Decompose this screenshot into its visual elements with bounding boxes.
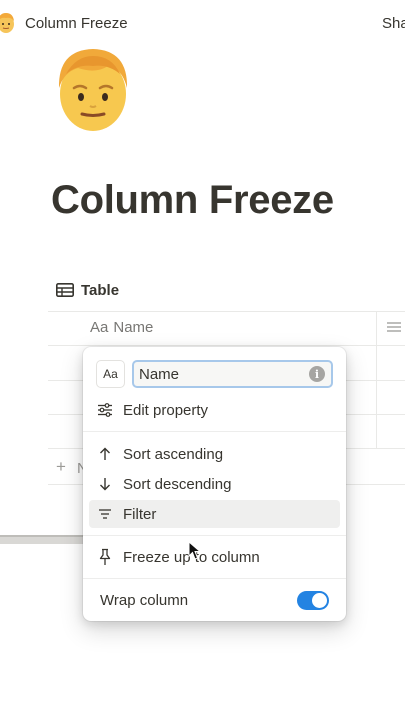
table-icon — [56, 283, 74, 297]
top-bar: Column Freeze Sha — [0, 0, 405, 46]
property-menu-popup: Aa i Edit property Sort ascending — [83, 347, 346, 621]
menu-divider — [83, 578, 346, 579]
info-icon[interactable]: i — [309, 366, 325, 382]
edit-property-item[interactable]: Edit property — [89, 396, 340, 424]
man-emoji-icon[interactable] — [56, 44, 130, 132]
mouse-cursor-icon — [188, 541, 202, 560]
table-header-border — [48, 345, 405, 346]
table-top-border — [48, 311, 405, 312]
sort-descending-item[interactable]: Sort descending — [89, 470, 340, 498]
pin-icon — [95, 547, 115, 567]
column-divider — [376, 311, 377, 449]
table-view-label: Table — [81, 281, 120, 299]
scrollbar[interactable] — [0, 535, 92, 544]
sort-ascending-item[interactable]: Sort ascending — [89, 440, 340, 468]
text-type-icon: Aa — [90, 319, 109, 336]
plus-icon[interactable]: + — [56, 457, 66, 477]
table-view-tab[interactable]: Table — [56, 280, 119, 300]
page-title[interactable]: Column Freeze — [51, 178, 334, 223]
property-name-input[interactable] — [132, 360, 333, 388]
wrap-column-toggle[interactable] — [297, 591, 329, 610]
breadcrumb-title[interactable]: Column Freeze — [25, 15, 128, 32]
arrow-down-icon — [95, 474, 115, 494]
man-emoji-icon — [0, 13, 14, 33]
property-type-button[interactable]: Aa — [96, 360, 125, 388]
filter-item[interactable]: Filter — [89, 500, 340, 528]
filter-icon — [95, 504, 115, 524]
toggle-knob — [312, 593, 327, 608]
sort-ascending-label: Sort ascending — [123, 445, 224, 463]
sliders-icon — [95, 400, 115, 420]
menu-divider — [83, 535, 346, 536]
column-header-label: Name — [113, 319, 154, 336]
column-header-name[interactable]: Aa Name — [90, 319, 153, 336]
edit-property-label: Edit property — [123, 401, 209, 419]
share-button[interactable]: Sha — [382, 15, 405, 32]
freeze-column-item[interactable]: Freeze up to column — [89, 543, 340, 571]
arrow-up-icon — [95, 444, 115, 464]
menu-divider — [83, 431, 346, 432]
filter-label: Filter — [123, 505, 157, 523]
list-icon[interactable] — [386, 320, 402, 334]
wrap-column-label[interactable]: Wrap column — [100, 592, 188, 609]
sort-descending-label: Sort descending — [123, 475, 232, 493]
